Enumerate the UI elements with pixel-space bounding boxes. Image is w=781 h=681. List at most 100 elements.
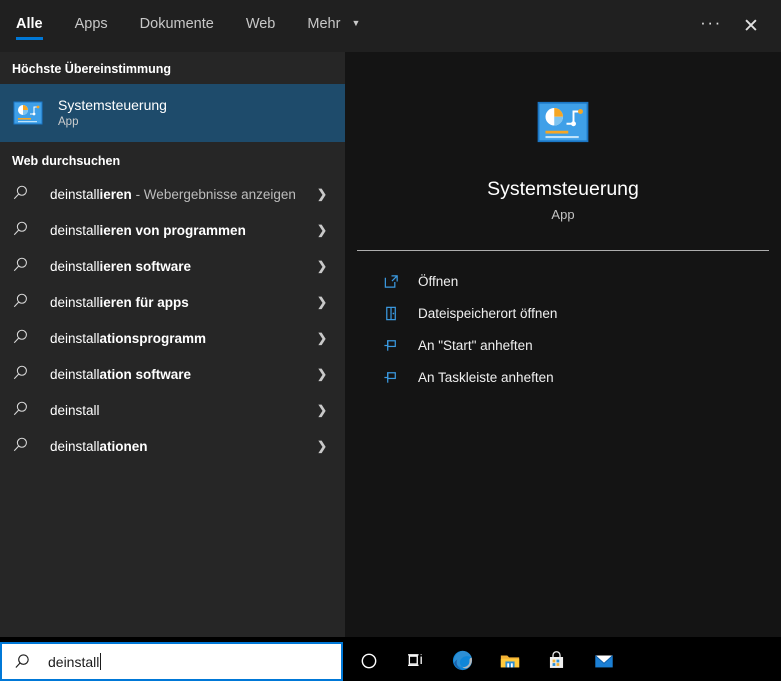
tab-alle[interactable]: Alle xyxy=(0,0,59,52)
suggestion-query-part: deinstall xyxy=(50,438,100,454)
search-icon xyxy=(12,220,32,240)
action-pin-to-start-label: An "Start" anheften xyxy=(418,337,533,353)
open-file-location-icon xyxy=(382,304,400,322)
app-preview-header: Systemsteuerung App xyxy=(345,52,781,222)
suggestion-tail-text: - Webergebnisse anzeigen xyxy=(131,186,296,202)
web-suggestion-item[interactable]: deinstallation software ❯ xyxy=(0,356,345,392)
preview-app-name: Systemsteuerung xyxy=(487,178,639,200)
tab-dokumente-label: Dokumente xyxy=(139,16,214,32)
web-suggestion-item[interactable]: deinstallationen ❯ xyxy=(0,428,345,464)
text-cursor xyxy=(100,653,102,670)
taskbar-icons xyxy=(345,640,781,681)
chevron-right-icon[interactable]: ❯ xyxy=(317,212,327,248)
web-suggestion-item[interactable]: deinstallieren software ❯ xyxy=(0,248,345,284)
action-open[interactable]: Öffnen xyxy=(345,265,781,297)
suggestion-query-part: deinstall xyxy=(50,330,100,346)
action-pin-to-taskbar[interactable]: An Taskleiste anheften xyxy=(345,361,781,393)
web-suggestion-item[interactable]: deinstallieren für apps ❯ xyxy=(0,284,345,320)
microsoft-store-icon[interactable] xyxy=(533,640,580,681)
window-controls: ··· ✕ xyxy=(691,0,781,52)
tab-alle-label: Alle xyxy=(16,16,43,32)
pin-to-taskbar-icon xyxy=(382,368,400,386)
chevron-right-icon[interactable]: ❯ xyxy=(317,428,327,464)
web-suggestion-label: deinstallieren für apps xyxy=(50,295,189,310)
cortana-icon[interactable] xyxy=(345,640,392,681)
suggestion-completion-part: ieren xyxy=(99,186,132,202)
windows-search-panel: Alle Apps Dokumente Web Mehr ▼ ··· ✕ Höc xyxy=(0,0,781,681)
action-pin-to-taskbar-label: An Taskleiste anheften xyxy=(418,369,554,385)
microsoft-edge-icon[interactable] xyxy=(439,640,486,681)
web-suggestion-label: deinstall xyxy=(50,403,100,418)
tab-web[interactable]: Web xyxy=(230,0,292,52)
suggestion-completion-part: ieren für apps xyxy=(99,294,189,310)
control-panel-icon xyxy=(12,97,44,129)
suggestion-query-part: deinstall xyxy=(50,366,100,382)
more-ellipsis-icon[interactable]: ··· xyxy=(691,3,731,49)
action-open-label: Öffnen xyxy=(418,273,459,289)
app-actions-list: Öffnen Dateispeicherort öffnen An "Start… xyxy=(345,265,781,393)
search-icon xyxy=(12,364,32,384)
mail-icon[interactable] xyxy=(580,640,627,681)
search-icon xyxy=(12,436,32,456)
web-suggestion-item[interactable]: deinstallationsprogramm ❯ xyxy=(0,320,345,356)
tab-apps-label: Apps xyxy=(74,16,108,32)
task-view-icon[interactable] xyxy=(392,640,439,681)
search-icon xyxy=(12,292,32,312)
chevron-right-icon[interactable]: ❯ xyxy=(317,176,327,212)
search-icon xyxy=(12,400,32,420)
chevron-right-icon[interactable]: ❯ xyxy=(317,320,327,356)
suggestion-query-part: deinstall xyxy=(50,258,100,274)
suggestion-query-part: deinstall xyxy=(50,294,100,310)
best-match-header: Höchste Übereinstimmung xyxy=(12,62,172,76)
search-icon xyxy=(14,653,32,671)
search-icon xyxy=(12,184,32,204)
suggestion-query-part: deinstall xyxy=(50,222,100,238)
action-pin-to-start[interactable]: An "Start" anheften xyxy=(345,329,781,361)
web-suggestion-label: deinstallationen xyxy=(50,439,148,454)
web-suggestion-label: deinstallieren von programmen xyxy=(50,223,246,238)
preview-app-type: App xyxy=(551,207,575,222)
tab-mehr-label: Mehr xyxy=(307,16,341,32)
open-external-icon xyxy=(382,272,400,290)
suggestion-query-part: deinstall xyxy=(50,186,100,202)
chevron-right-icon[interactable]: ❯ xyxy=(317,392,327,428)
best-match-result-item[interactable]: Systemsteuerung App xyxy=(0,84,345,142)
tab-apps[interactable]: Apps xyxy=(59,0,124,52)
tab-dokumente[interactable]: Dokumente xyxy=(124,0,230,52)
web-suggestion-item[interactable]: deinstallieren von programmen ❯ xyxy=(0,212,345,248)
chevron-right-icon[interactable]: ❯ xyxy=(317,284,327,320)
taskbar-bar: deinstall xyxy=(0,637,781,681)
web-suggestion-item[interactable]: deinstallieren - Webergebnisse anzeigen ❯ xyxy=(0,176,345,212)
suggestion-query-part: deinstall xyxy=(50,402,100,418)
search-icon xyxy=(12,256,32,276)
tab-web-label: Web xyxy=(245,16,276,32)
search-tabbar: Alle Apps Dokumente Web Mehr ▼ ··· ✕ xyxy=(0,0,781,52)
tab-active-underline xyxy=(16,37,43,40)
tab-mehr[interactable]: Mehr ▼ xyxy=(291,0,376,52)
web-suggestion-list: deinstallieren - Webergebnisse anzeigen ❯… xyxy=(0,176,345,464)
file-explorer-icon[interactable] xyxy=(486,640,533,681)
suggestion-completion-part: ieren software xyxy=(99,258,192,274)
suggestion-completion-part: ieren von programmen xyxy=(99,222,246,238)
web-suggestion-item[interactable]: deinstall ❯ xyxy=(0,392,345,428)
chevron-right-icon[interactable]: ❯ xyxy=(317,356,327,392)
pin-to-start-icon xyxy=(382,336,400,354)
web-suggestion-label: deinstallationsprogramm xyxy=(50,331,206,346)
web-suggestion-label: deinstallation software xyxy=(50,367,191,382)
search-input[interactable]: deinstall xyxy=(0,642,343,681)
tab-list: Alle Apps Dokumente Web Mehr ▼ xyxy=(0,0,376,52)
web-suggestion-label: deinstallieren software xyxy=(50,259,191,274)
preview-divider xyxy=(357,250,769,251)
search-input-value: deinstall xyxy=(48,653,100,670)
suggestion-completion-part: ation software xyxy=(99,366,192,382)
action-open-file-location[interactable]: Dateispeicherort öffnen xyxy=(345,297,781,329)
close-icon[interactable]: ✕ xyxy=(731,6,771,46)
best-match-subtitle: App xyxy=(58,115,79,128)
suggestion-completion-part: ationen xyxy=(99,438,148,454)
chevron-right-icon[interactable]: ❯ xyxy=(317,248,327,284)
chevron-down-icon: ▼ xyxy=(351,18,361,28)
best-match-text: Systemsteuerung App xyxy=(58,96,167,130)
best-match-title: Systemsteuerung xyxy=(58,96,167,113)
action-open-file-location-label: Dateispeicherort öffnen xyxy=(418,305,558,321)
search-icon xyxy=(12,328,32,348)
